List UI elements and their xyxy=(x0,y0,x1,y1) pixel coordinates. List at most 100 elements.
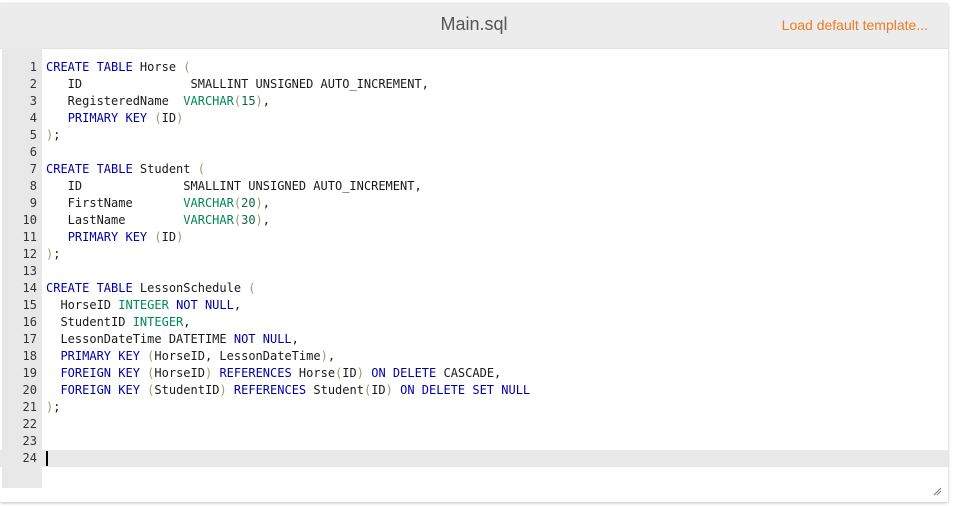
line-number: 12 xyxy=(22,247,37,261)
line-number: 14 xyxy=(22,281,37,295)
code-line[interactable]: 16 StudentID INTEGER, xyxy=(0,314,948,331)
text-cursor xyxy=(46,451,48,466)
code-token: ) xyxy=(255,213,263,227)
code-token: ( xyxy=(233,196,242,210)
code-token: ON DELETE xyxy=(371,366,437,380)
line-number: 5 xyxy=(29,128,37,142)
code-line[interactable]: 8 ID SMALLINT UNSIGNED AUTO_INCREMENT, xyxy=(0,178,948,195)
code-token: HorseID xyxy=(46,298,119,312)
code-token: Student xyxy=(132,162,198,176)
resize-handle-icon[interactable] xyxy=(932,486,942,496)
code-token: ) xyxy=(385,383,393,397)
code-token: ( xyxy=(233,213,242,227)
line-number: 3 xyxy=(29,94,37,108)
code-line[interactable]: 23 xyxy=(0,433,948,450)
code-line[interactable]: 18 PRIMARY KEY (HorseID, LessonDateTime)… xyxy=(0,348,948,365)
code-text: CREATE TABLE LessonSchedule ( xyxy=(46,280,256,297)
code-token: ; xyxy=(53,247,61,261)
code-line[interactable]: 4 PRIMARY KEY (ID) xyxy=(0,110,948,127)
code-token: ) xyxy=(176,111,184,125)
code-line[interactable]: 5); xyxy=(0,127,948,144)
code-text: PRIMARY KEY (HorseID, LessonDateTime), xyxy=(46,348,335,365)
code-token: ON DELETE SET NULL xyxy=(400,383,531,397)
code-token: HorseID xyxy=(154,366,205,380)
code-token: ID xyxy=(161,111,177,125)
code-line[interactable]: 2 ID SMALLINT UNSIGNED AUTO_INCREMENT, xyxy=(0,76,948,93)
code-token: NOT NULL xyxy=(233,332,292,346)
code-token: INTEGER xyxy=(132,315,184,329)
code-token: ) xyxy=(320,349,328,363)
code-line[interactable]: 24 xyxy=(0,450,948,467)
code-text: ); xyxy=(46,127,60,144)
code-line[interactable]: 12); xyxy=(0,246,948,263)
code-line[interactable]: 19 FOREIGN KEY (HorseID) REFERENCES Hors… xyxy=(0,365,948,382)
code-editor[interactable]: 1 CREATE TABLE Horse (2 ID SMALLINT UNSIG… xyxy=(0,59,948,467)
code-text: RegisteredName VARCHAR(15), xyxy=(46,93,270,110)
code-token: HorseID, LessonDateTime xyxy=(154,349,321,363)
code-token: ID SMALLINT UNSIGNED AUTO_INCREMENT, xyxy=(46,77,429,91)
code-token: ) xyxy=(219,383,227,397)
code-text: ); xyxy=(46,246,60,263)
code-line[interactable]: 7 CREATE TABLE Student ( xyxy=(0,161,948,178)
code-line[interactable]: 11 PRIMARY KEY (ID) xyxy=(0,229,948,246)
code-token: ID xyxy=(371,383,386,397)
code-token: , xyxy=(262,196,271,210)
code-line[interactable]: 20 FOREIGN KEY (StudentID) REFERENCES St… xyxy=(0,382,948,399)
line-number: 2 xyxy=(29,77,37,91)
editor-panel: Main.sql Load default template... 1 CREAT… xyxy=(0,3,948,502)
code-line[interactable]: 15 HorseID INTEGER NOT NULL, xyxy=(0,297,948,314)
code-token: NOT NULL xyxy=(176,298,234,312)
code-text: CREATE TABLE Horse ( xyxy=(46,59,191,76)
code-token: 30 xyxy=(241,213,256,227)
code-token: ) xyxy=(176,230,184,244)
code-text: CREATE TABLE Student ( xyxy=(46,161,205,178)
code-token: REFERENCES xyxy=(219,366,292,380)
code-token: ( xyxy=(233,94,242,108)
code-token: LessonDateTime DATETIME xyxy=(46,332,234,346)
code-text: LessonDateTime DATETIME NOT NULL, xyxy=(46,331,298,348)
code-line[interactable]: 13 xyxy=(0,263,948,280)
code-line[interactable]: 3 RegisteredName VARCHAR(15), xyxy=(0,93,948,110)
line-number: 16 xyxy=(22,315,37,329)
code-token: StudentID xyxy=(46,315,133,329)
code-text: StudentID INTEGER, xyxy=(46,314,191,331)
file-header: Main.sql Load default template... xyxy=(0,3,948,49)
code-token: ID SMALLINT UNSIGNED AUTO_INCREMENT, xyxy=(46,179,422,193)
code-line[interactable]: 22 xyxy=(0,416,948,433)
code-token: PRIMARY KEY xyxy=(67,230,148,244)
line-number: 17 xyxy=(22,332,37,346)
code-line[interactable]: 10 LastName VARCHAR(30), xyxy=(0,212,948,229)
code-token: ID xyxy=(161,230,177,244)
code-text: LastName VARCHAR(30), xyxy=(46,212,270,229)
code-line[interactable]: 17 LessonDateTime DATETIME NOT NULL, xyxy=(0,331,948,348)
line-number: 23 xyxy=(22,434,37,448)
line-number: 9 xyxy=(29,196,37,210)
code-token: , xyxy=(183,315,191,329)
load-template-link[interactable]: Load default template... xyxy=(782,17,928,33)
code-line[interactable]: 14 CREATE TABLE LessonSchedule ( xyxy=(0,280,948,297)
code-token: , xyxy=(262,213,271,227)
code-token: LessonSchedule xyxy=(132,281,249,295)
code-token: StudentID xyxy=(154,383,220,397)
code-line[interactable]: 21); xyxy=(0,399,948,416)
code-token: ; xyxy=(53,400,61,414)
code-token: ( xyxy=(197,162,205,176)
line-number: 13 xyxy=(22,264,37,278)
code-text: FOREIGN KEY (HorseID) REFERENCES Horse(I… xyxy=(46,365,501,382)
code-token: ID xyxy=(342,366,357,380)
line-number: 15 xyxy=(22,298,37,312)
line-number: 6 xyxy=(29,145,37,159)
code-line[interactable]: 6 xyxy=(0,144,948,161)
code-token: ; xyxy=(53,128,61,142)
code-token: FirstName xyxy=(46,196,184,210)
code-line[interactable]: 9 FirstName VARCHAR(20), xyxy=(0,195,948,212)
code-text: PRIMARY KEY (ID) xyxy=(46,110,184,127)
code-line[interactable]: 1 CREATE TABLE Horse ( xyxy=(0,59,948,76)
line-number: 7 xyxy=(29,162,37,176)
line-number: 21 xyxy=(22,400,37,414)
